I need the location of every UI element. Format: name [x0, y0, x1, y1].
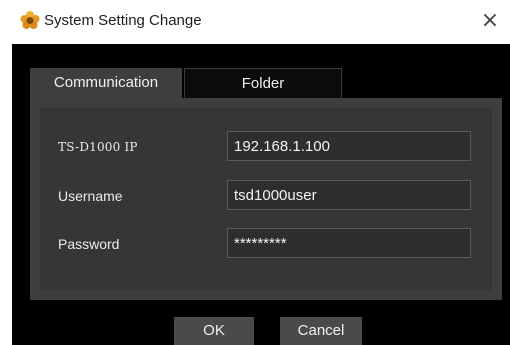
gear-flower-icon — [20, 11, 40, 29]
tab-communication-label: Communication — [53, 74, 159, 91]
window-title: System Setting Change — [44, 12, 202, 29]
ip-field[interactable] — [227, 131, 471, 161]
communication-panel: TS-D1000 IP Username Password — [30, 98, 502, 300]
tab-folder[interactable]: Folder — [184, 68, 342, 98]
ip-label: TS-D1000 IP — [58, 140, 138, 154]
cancel-button[interactable]: Cancel — [280, 317, 362, 345]
title-bar: System Setting Change × — [0, 0, 510, 44]
username-field[interactable] — [227, 180, 471, 210]
settings-form: TS-D1000 IP Username Password — [40, 108, 492, 290]
password-label: Password — [58, 236, 120, 252]
dialog-body: Communication Folder TS-D1000 IP Usernam… — [12, 44, 510, 345]
close-button[interactable]: × — [470, 0, 510, 44]
tab-communication[interactable]: Communication — [30, 68, 182, 98]
password-field[interactable] — [227, 228, 471, 258]
username-label: Username — [58, 188, 123, 204]
ok-button[interactable]: OK — [174, 317, 254, 345]
close-icon: × — [480, 8, 500, 33]
tab-folder-label: Folder — [241, 75, 285, 92]
